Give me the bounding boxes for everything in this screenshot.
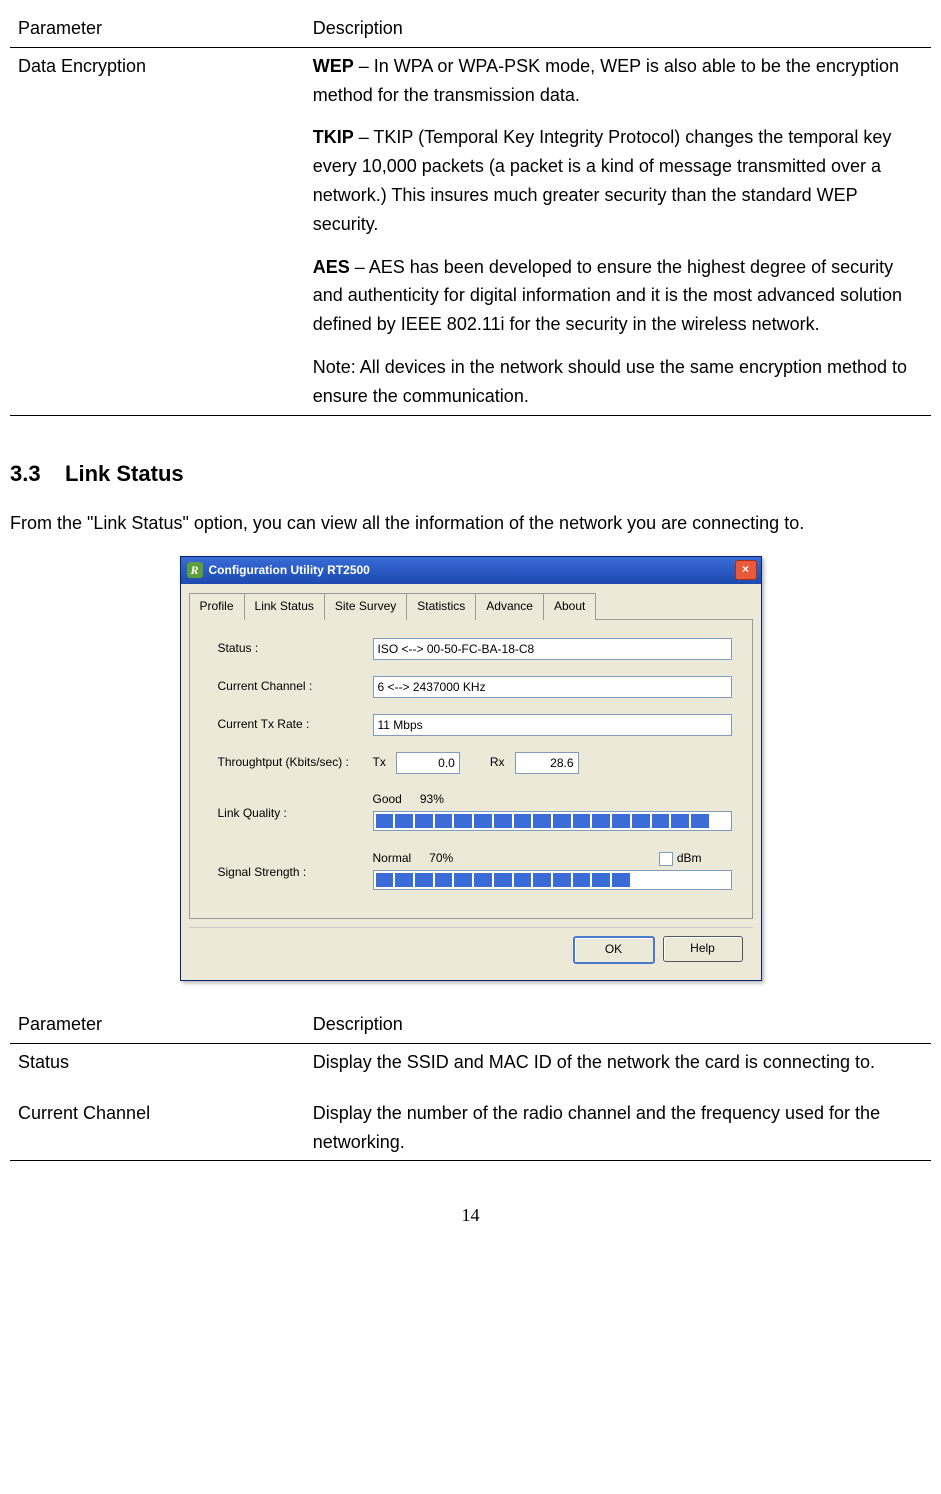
progress-segment [376,873,394,887]
progress-segment [711,814,729,828]
encryption-description: WEP – In WPA or WPA-PSK mode, WEP is als… [305,47,931,415]
progress-segment [494,814,512,828]
table-header-description: Description [305,10,931,47]
param-data-encryption: Data Encryption [10,47,305,415]
dbm-checkbox[interactable] [659,852,673,866]
config-utility-dialog: R Configuration Utility RT2500 × Profile… [180,556,762,982]
progress-segment [376,814,394,828]
encryption-params-table: Parameter Description Data Encryption WE… [10,10,931,416]
aes-text: – AES has been developed to ensure the h… [313,257,902,335]
label-txrate: Current Tx Rate : [218,715,373,734]
progress-segment [395,814,413,828]
tkip-text: – TKIP (Temporal Key Integrity Protocol)… [313,127,892,233]
section-title: Link Status [65,461,184,486]
help-button[interactable]: Help [663,936,743,962]
tab-statistics[interactable]: Statistics [406,593,476,620]
signal-percent: 70% [429,849,453,868]
tab-content: Status : ISO <--> 00-50-FC-BA-18-C8 Curr… [189,619,753,919]
dbm-label: dBm [677,849,702,868]
app-icon: R [187,562,203,578]
progress-segment [632,814,650,828]
progress-segment [592,814,610,828]
progress-segment [612,814,630,828]
link-quality-word: Good [373,790,402,809]
table-header-description: Description [305,1006,931,1043]
progress-segment [612,873,630,887]
dialog-titlebar: R Configuration Utility RT2500 × [181,557,761,584]
progress-segment [454,814,472,828]
wep-text: – In WPA or WPA-PSK mode, WEP is also ab… [313,56,899,105]
status-field[interactable]: ISO <--> 00-50-FC-BA-18-C8 [373,638,732,660]
txrate-field[interactable]: 11 Mbps [373,714,732,736]
desc-current-channel: Display the number of the radio channel … [305,1095,931,1161]
wep-label: WEP [313,56,354,76]
tab-profile[interactable]: Profile [189,593,245,620]
tab-about[interactable]: About [543,593,596,620]
link-quality-bar [373,811,732,831]
tab-advance[interactable]: Advance [475,593,544,620]
signal-strength-bar [373,870,732,890]
page-number: 14 [10,1201,931,1230]
tkip-label: TKIP [313,127,354,147]
progress-segment [652,873,670,887]
progress-segment [514,873,532,887]
progress-segment [435,814,453,828]
ok-button[interactable]: OK [573,936,655,964]
label-link-quality: Link Quality : [218,790,373,823]
label-signal-strength: Signal Strength : [218,849,373,882]
desc-status: Display the SSID and MAC ID of the netwo… [305,1044,931,1095]
progress-segment [691,814,709,828]
section-intro: From the "Link Status" option, you can v… [10,509,931,538]
channel-field[interactable]: 6 <--> 2437000 KHz [373,676,732,698]
progress-segment [395,873,413,887]
close-icon[interactable]: × [735,560,757,580]
progress-segment [711,873,729,887]
table-header-parameter: Parameter [10,10,305,47]
tx-value-field[interactable]: 0.0 [396,752,460,774]
dbm-checkbox-wrap[interactable]: dBm [659,849,702,868]
section-heading: 3.3 Link Status [10,456,931,491]
encryption-note: Note: All devices in the network should … [313,353,923,411]
dialog-button-bar: OK Help [189,927,753,974]
status-desc-text: Display the SSID and MAC ID of the netwo… [313,1048,923,1077]
progress-segment [573,873,591,887]
progress-segment [652,814,670,828]
aes-label: AES [313,257,350,277]
progress-segment [494,873,512,887]
link-status-params-table: Parameter Description Status Display the… [10,1006,931,1161]
progress-segment [553,873,571,887]
tab-link-status[interactable]: Link Status [244,593,325,620]
dialog-title: Configuration Utility RT2500 [209,561,370,580]
table-header-parameter: Parameter [10,1006,305,1043]
section-number: 3.3 [10,461,41,486]
progress-segment [533,814,551,828]
tx-label: Tx [373,753,386,772]
tab-strip: Profile Link Status Site Survey Statisti… [181,584,761,619]
progress-segment [573,814,591,828]
label-throughput: Throughtput (Kbits/sec) : [218,753,373,772]
progress-segment [592,873,610,887]
progress-segment [691,873,709,887]
label-channel: Current Channel : [218,677,373,696]
progress-segment [474,873,492,887]
progress-segment [671,814,689,828]
rx-value-field[interactable]: 28.6 [515,752,579,774]
signal-word: Normal [373,849,412,868]
progress-segment [415,873,433,887]
progress-segment [474,814,492,828]
param-current-channel: Current Channel [10,1095,305,1161]
rx-label: Rx [490,753,505,772]
tab-site-survey[interactable]: Site Survey [324,593,407,620]
progress-segment [632,873,650,887]
progress-segment [454,873,472,887]
progress-segment [514,814,532,828]
progress-segment [671,873,689,887]
label-status: Status : [218,639,373,658]
param-status: Status [10,1044,305,1095]
link-quality-percent: 93% [420,790,444,809]
progress-segment [415,814,433,828]
progress-segment [533,873,551,887]
progress-segment [435,873,453,887]
progress-segment [553,814,571,828]
